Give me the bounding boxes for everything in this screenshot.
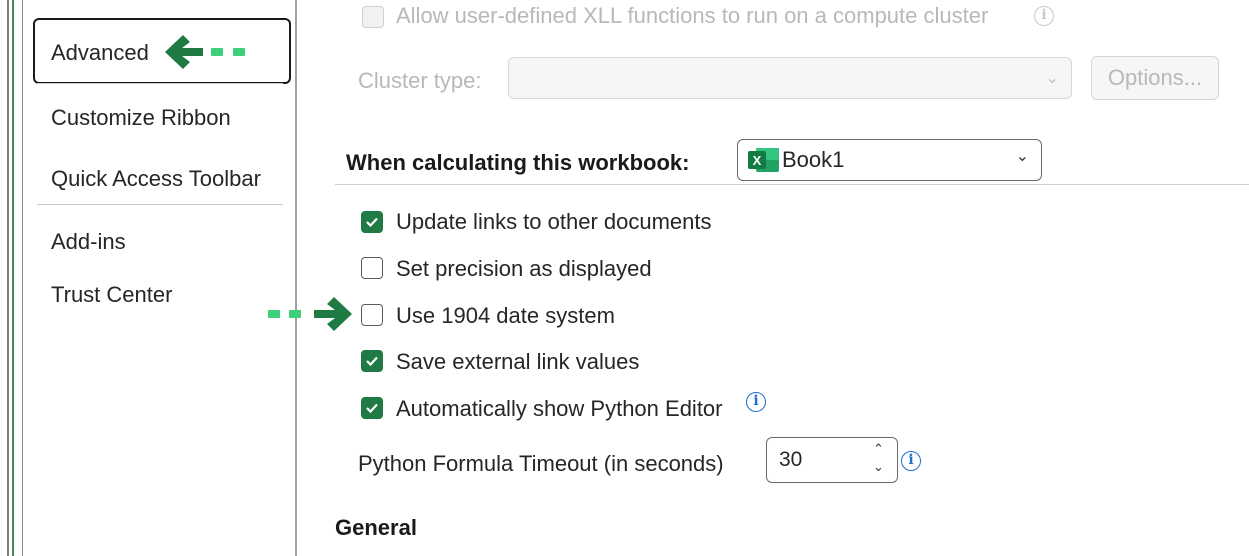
nav-divider	[37, 83, 283, 84]
checkmark-icon	[366, 403, 378, 414]
stepper-down-icon[interactable]: ⌄	[873, 460, 884, 474]
set-precision-checkbox[interactable]	[361, 257, 383, 279]
nav-item-quick-access-toolbar[interactable]: Quick Access Toolbar	[51, 166, 261, 192]
use-1904-date-label: Use 1904 date system	[396, 303, 615, 328]
workbook-section-heading: When calculating this workbook:	[346, 150, 690, 175]
svg-text:X: X	[753, 153, 762, 168]
nav-item-trust-center[interactable]: Trust Center	[51, 282, 172, 308]
nav-item-advanced[interactable]: Advanced	[51, 40, 149, 66]
allow-xll-checkbox[interactable]	[362, 6, 384, 28]
window-edge	[7, 0, 9, 556]
options-nav: Advanced Customize Ribbon Quick Access T…	[0, 0, 297, 556]
pointer-arrow-left-icon	[165, 35, 245, 69]
checkmark-icon	[366, 217, 378, 228]
nav-right-border	[295, 0, 297, 556]
cluster-type-label: Cluster type:	[358, 68, 482, 93]
nav-divider	[37, 204, 283, 205]
options-button-label: Options...	[1107, 65, 1203, 90]
show-python-editor-checkbox[interactable]	[361, 397, 383, 419]
cluster-type-dropdown[interactable]: ⌄	[508, 57, 1072, 99]
python-editor-info-icon[interactable]: i	[746, 392, 766, 412]
chevron-down-icon: ⌄	[1015, 148, 1029, 165]
workbook-dropdown[interactable]: X Book1 ⌄	[737, 139, 1042, 181]
save-external-link-label: Save external link values	[396, 349, 640, 374]
allow-xll-info-icon[interactable]: i	[1034, 6, 1054, 26]
update-links-label: Update links to other documents	[396, 209, 712, 234]
update-links-checkbox[interactable]	[361, 211, 383, 233]
save-external-link-checkbox[interactable]	[361, 350, 383, 372]
checkmark-icon	[366, 356, 378, 367]
allow-xll-label: Allow user-defined XLL functions to run …	[396, 3, 989, 28]
excel-icon: X	[748, 148, 779, 172]
python-timeout-info-icon[interactable]: i	[901, 451, 921, 471]
window-accent-edge	[12, 0, 14, 556]
options-button[interactable]: Options...	[1091, 56, 1219, 100]
nav-left-border	[22, 0, 23, 556]
pointer-arrow-right-icon	[268, 297, 352, 331]
set-precision-label: Set precision as displayed	[396, 256, 652, 281]
python-timeout-stepper[interactable]: 30 ⌃ ⌄	[766, 437, 898, 483]
workbook-dropdown-value: Book1	[782, 147, 845, 172]
general-section-heading: General	[335, 515, 417, 540]
nav-item-add-ins[interactable]: Add-ins	[51, 229, 126, 255]
use-1904-date-checkbox[interactable]	[361, 304, 383, 326]
nav-item-customize-ribbon[interactable]: Customize Ribbon	[51, 105, 231, 131]
python-timeout-value: 30	[779, 448, 803, 471]
chevron-down-icon: ⌄	[1045, 70, 1059, 87]
show-python-editor-label: Automatically show Python Editor	[396, 396, 723, 421]
python-timeout-label: Python Formula Timeout (in seconds)	[358, 451, 724, 476]
section-divider	[335, 184, 1249, 185]
stepper-up-icon[interactable]: ⌃	[873, 442, 884, 456]
